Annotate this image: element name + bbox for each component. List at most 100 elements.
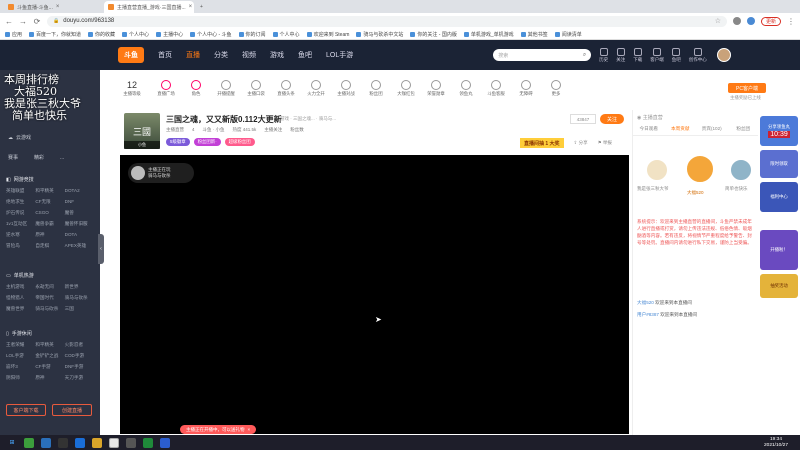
url-bar[interactable]: 🔒 douyu.com/963138 ☆ bbox=[47, 15, 727, 27]
player-tip[interactable]: 主播正在开播中，可以送礼物 × bbox=[180, 425, 257, 434]
start-live-button[interactable]: 创建直播 bbox=[52, 404, 92, 416]
chat-user[interactable]: 用户#8387 bbox=[637, 312, 659, 317]
toolbar-item[interactable]: 荣誉勋章 bbox=[424, 79, 448, 97]
status-badge[interactable]: 粉丝团新· bbox=[193, 138, 221, 146]
bookmark-item[interactable]: 你的关注 - 国内版 bbox=[410, 31, 457, 38]
close-icon[interactable]: × bbox=[248, 427, 251, 432]
app-icon[interactable] bbox=[126, 437, 136, 448]
bookmark-item[interactable]: 你的收藏 bbox=[88, 31, 115, 38]
bookmark-item[interactable]: 欢迎来到 Steam bbox=[306, 31, 349, 38]
browser-tab[interactable]: 斗鱼直播-斗鱼... × bbox=[4, 1, 64, 13]
lottery-banner[interactable]: 直播间抽 1 大奖 bbox=[520, 138, 564, 148]
nav-category[interactable]: 分类 bbox=[214, 50, 228, 60]
new-tab-button[interactable]: + bbox=[196, 1, 212, 13]
toolbar-item[interactable]: 大咖红包 bbox=[394, 79, 418, 97]
sidebar-item-esports[interactable]: 赛事 bbox=[8, 154, 18, 161]
toolbar-item[interactable]: 主播对战 bbox=[334, 79, 358, 97]
chat-user[interactable]: 大福520 bbox=[637, 300, 654, 305]
sidebar-category-link[interactable]: 魔兽争霸 bbox=[35, 221, 64, 227]
sidebar-category-link[interactable]: 和平精英 bbox=[35, 188, 64, 194]
sidebar-item-cloud[interactable]: ☁ 云游戏 bbox=[8, 134, 31, 142]
follow-button[interactable]: 关注 bbox=[600, 114, 624, 124]
toolbar-item[interactable]: 粉丝团 bbox=[364, 79, 388, 97]
sidebar-category-link[interactable]: COD手游 bbox=[65, 353, 94, 359]
bookmark-item[interactable]: 单机游戏_单机游戏 bbox=[463, 31, 514, 38]
nav-game[interactable]: 游戏 bbox=[270, 50, 284, 60]
chrome-icon[interactable] bbox=[109, 437, 119, 448]
toolbar-item[interactable]: 角色 bbox=[184, 79, 208, 97]
app-icon[interactable] bbox=[24, 437, 34, 448]
status-badge[interactable]: 5级徽章 bbox=[166, 138, 190, 146]
tab-vip[interactable]: 贵宾(102) bbox=[696, 126, 728, 135]
sidebar-category-link[interactable]: 怪物猎人 bbox=[6, 295, 35, 301]
sidebar-category-link[interactable]: CSGO bbox=[35, 210, 64, 216]
extension-icon[interactable] bbox=[732, 17, 741, 25]
close-icon[interactable]: × bbox=[189, 4, 193, 10]
bookmark-item[interactable]: 应用 bbox=[5, 31, 22, 38]
creator-button[interactable]: 创作中心 bbox=[689, 47, 707, 63]
bookmark-item[interactable]: 主播中心 bbox=[156, 31, 183, 38]
bookmark-item[interactable]: 个人中心 - 斗鱼 bbox=[190, 31, 232, 38]
sidebar-category-link[interactable]: 火影忍者 bbox=[65, 342, 94, 348]
sidebar-category-link[interactable]: 永劫无间 bbox=[35, 284, 64, 290]
video-player[interactable]: 主播正在玩 骑马与砍杀 ➤ 主播正在开播中，可以送礼物 × bbox=[120, 155, 629, 434]
sidebar-item-highlight[interactable]: 精彩 bbox=[34, 154, 44, 161]
sidebar-category-link[interactable]: DOTA bbox=[65, 232, 94, 238]
rank-avatar[interactable] bbox=[645, 158, 669, 182]
sidebar-category-link[interactable]: 骑马与砍杀 bbox=[35, 306, 64, 312]
bookmark-item[interactable]: 个人中心 bbox=[122, 31, 149, 38]
sidebar-category-link[interactable]: 冒险岛 bbox=[6, 243, 35, 249]
bookmark-item[interactable]: 其他书签 bbox=[520, 31, 548, 38]
nav-lol-mobile[interactable]: LOL手游 bbox=[326, 50, 353, 60]
rank-avatar[interactable] bbox=[685, 154, 715, 184]
room-avatar[interactable]: 三國 小鱼 bbox=[124, 113, 160, 149]
nav-live[interactable]: 直播 bbox=[186, 50, 200, 60]
app-icon[interactable] bbox=[160, 437, 170, 448]
toolbar-item[interactable]: 直播头条 bbox=[274, 79, 298, 97]
follow-button[interactable]: 关注 bbox=[616, 47, 625, 63]
sidebar-category-link[interactable]: 金铲铲之战 bbox=[35, 353, 64, 359]
sidebar-category-link[interactable]: 新世界 bbox=[65, 284, 94, 290]
toolbar-item[interactable]: 无障碍 bbox=[514, 79, 538, 97]
back-icon[interactable]: ← bbox=[5, 17, 13, 26]
sidebar-category-link[interactable]: 原神 bbox=[35, 232, 64, 238]
sidebar-category-link[interactable]: 自走棋 bbox=[35, 243, 64, 249]
sidebar-category-link[interactable]: 绝地求生 bbox=[6, 199, 35, 205]
activity-banner[interactable]: 抽奖活动 bbox=[760, 274, 798, 298]
bookmark-item[interactable]: 个人中心 bbox=[272, 31, 300, 38]
status-badge[interactable]: 超级粉丝团 bbox=[224, 138, 255, 146]
room-tags[interactable]: 游戏 · 三国之魂... · 骑马与... bbox=[280, 116, 336, 122]
sidebar-category-link[interactable]: 三国 bbox=[65, 306, 94, 312]
browser-tab-active[interactable]: 主播直营直播_游戏·三国直播... × bbox=[104, 1, 194, 13]
reload-icon[interactable]: ⟳ bbox=[33, 17, 41, 26]
nav-yuba[interactable]: 鱼吧 bbox=[298, 50, 312, 60]
activity-banner[interactable]: 分享领鱼丸 10:39 bbox=[760, 116, 798, 146]
sidebar-category-link[interactable]: 阴阳师 bbox=[6, 375, 35, 381]
site-logo[interactable]: 斗鱼 bbox=[118, 47, 144, 63]
sidebar-category-link[interactable]: 原神 bbox=[35, 375, 64, 381]
nav-video[interactable]: 视频 bbox=[242, 50, 256, 60]
profile-icon[interactable] bbox=[746, 17, 755, 25]
sidebar-category-link[interactable]: 魔兽 bbox=[65, 210, 94, 216]
sidebar-category-link[interactable]: 魔兽怀旧服 bbox=[65, 221, 94, 227]
windows-start-icon[interactable]: ⊞ bbox=[7, 438, 17, 448]
search-input[interactable]: 搜索 ⌕ bbox=[493, 49, 592, 61]
sidebar-category-link[interactable]: DOTA2 bbox=[65, 188, 94, 194]
sidebar-category-link[interactable]: CF手游 bbox=[35, 364, 64, 370]
client-button[interactable]: 客户端 bbox=[650, 47, 664, 63]
menu-icon[interactable]: ⋮ bbox=[787, 17, 795, 26]
toolbar-item[interactable]: 领鱼丸 bbox=[454, 79, 478, 97]
search-icon[interactable]: ⌕ bbox=[583, 52, 586, 59]
anchor-name[interactable]: 主播直营 bbox=[166, 127, 184, 133]
app-icon[interactable] bbox=[41, 437, 51, 448]
share-button[interactable]: ⇪ 分享 bbox=[574, 140, 588, 146]
sidebar-category-link[interactable]: LOL手游 bbox=[6, 353, 35, 359]
sidebar-category-link[interactable]: 英雄联盟 bbox=[6, 188, 35, 194]
sidebar-category-link[interactable]: 天刀手游 bbox=[65, 375, 94, 381]
sidebar-category-link[interactable]: APEX英雄 bbox=[65, 243, 94, 249]
sidebar-category-link[interactable]: 主机游戏 bbox=[6, 284, 35, 290]
bookmark-item[interactable]: 你的订阅 bbox=[238, 31, 266, 38]
update-button[interactable]: 更新 bbox=[760, 16, 781, 26]
sidebar-category-link[interactable]: DNF手游 bbox=[65, 364, 94, 370]
tab-fans[interactable]: 粉丝团 bbox=[728, 126, 760, 135]
